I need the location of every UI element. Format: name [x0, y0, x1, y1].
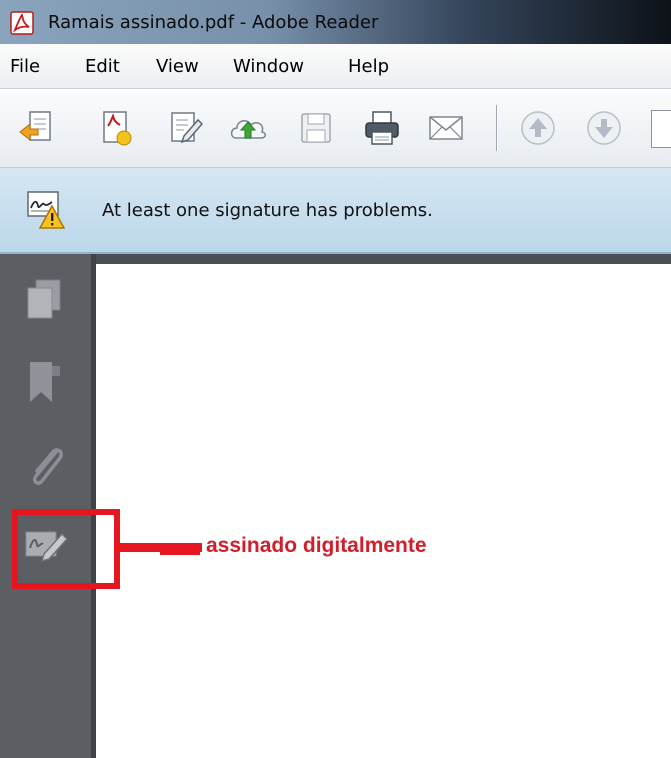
menu-view[interactable]: View [156, 56, 199, 77]
menu-help[interactable]: Help [348, 56, 389, 77]
signature-bar: At least one signature has problems. [0, 168, 671, 254]
attachments-icon[interactable] [22, 438, 70, 494]
title-bar: Ramais assinado.pdf - Adobe Reader [0, 0, 671, 44]
next-page-icon[interactable] [584, 108, 624, 148]
open-icon[interactable] [16, 108, 56, 148]
page-number-field[interactable] [651, 110, 671, 148]
annotation-highlight-box [12, 509, 120, 589]
signature-warning-icon[interactable] [26, 190, 66, 230]
bookmarks-icon[interactable] [22, 354, 70, 410]
menu-file[interactable]: File [10, 56, 40, 77]
save-icon[interactable] [296, 108, 336, 148]
signature-status-message: At least one signature has problems. [102, 200, 433, 221]
document-view[interactable] [96, 254, 671, 758]
navigation-panel [0, 254, 96, 758]
print-icon[interactable] [362, 108, 402, 148]
menu-window[interactable]: Window [233, 56, 304, 77]
create-pdf-icon[interactable] [96, 108, 136, 148]
previous-page-icon[interactable] [518, 108, 558, 148]
toolbar-separator [496, 105, 498, 151]
adobe-reader-icon[interactable] [10, 11, 34, 35]
cloud-upload-icon[interactable] [228, 108, 268, 148]
menu-edit[interactable]: Edit [85, 56, 120, 77]
email-icon[interactable] [426, 108, 466, 148]
toolbar [0, 89, 671, 168]
window-title: Ramais assinado.pdf - Adobe Reader [48, 12, 379, 33]
annotation-pointer-line [120, 543, 202, 555]
edit-sign-icon[interactable] [166, 108, 206, 148]
pages-icon[interactable] [22, 274, 70, 330]
menu-bar: File Edit View Window Help [0, 44, 671, 89]
annotation-label: assinado digitalmente [206, 534, 427, 557]
